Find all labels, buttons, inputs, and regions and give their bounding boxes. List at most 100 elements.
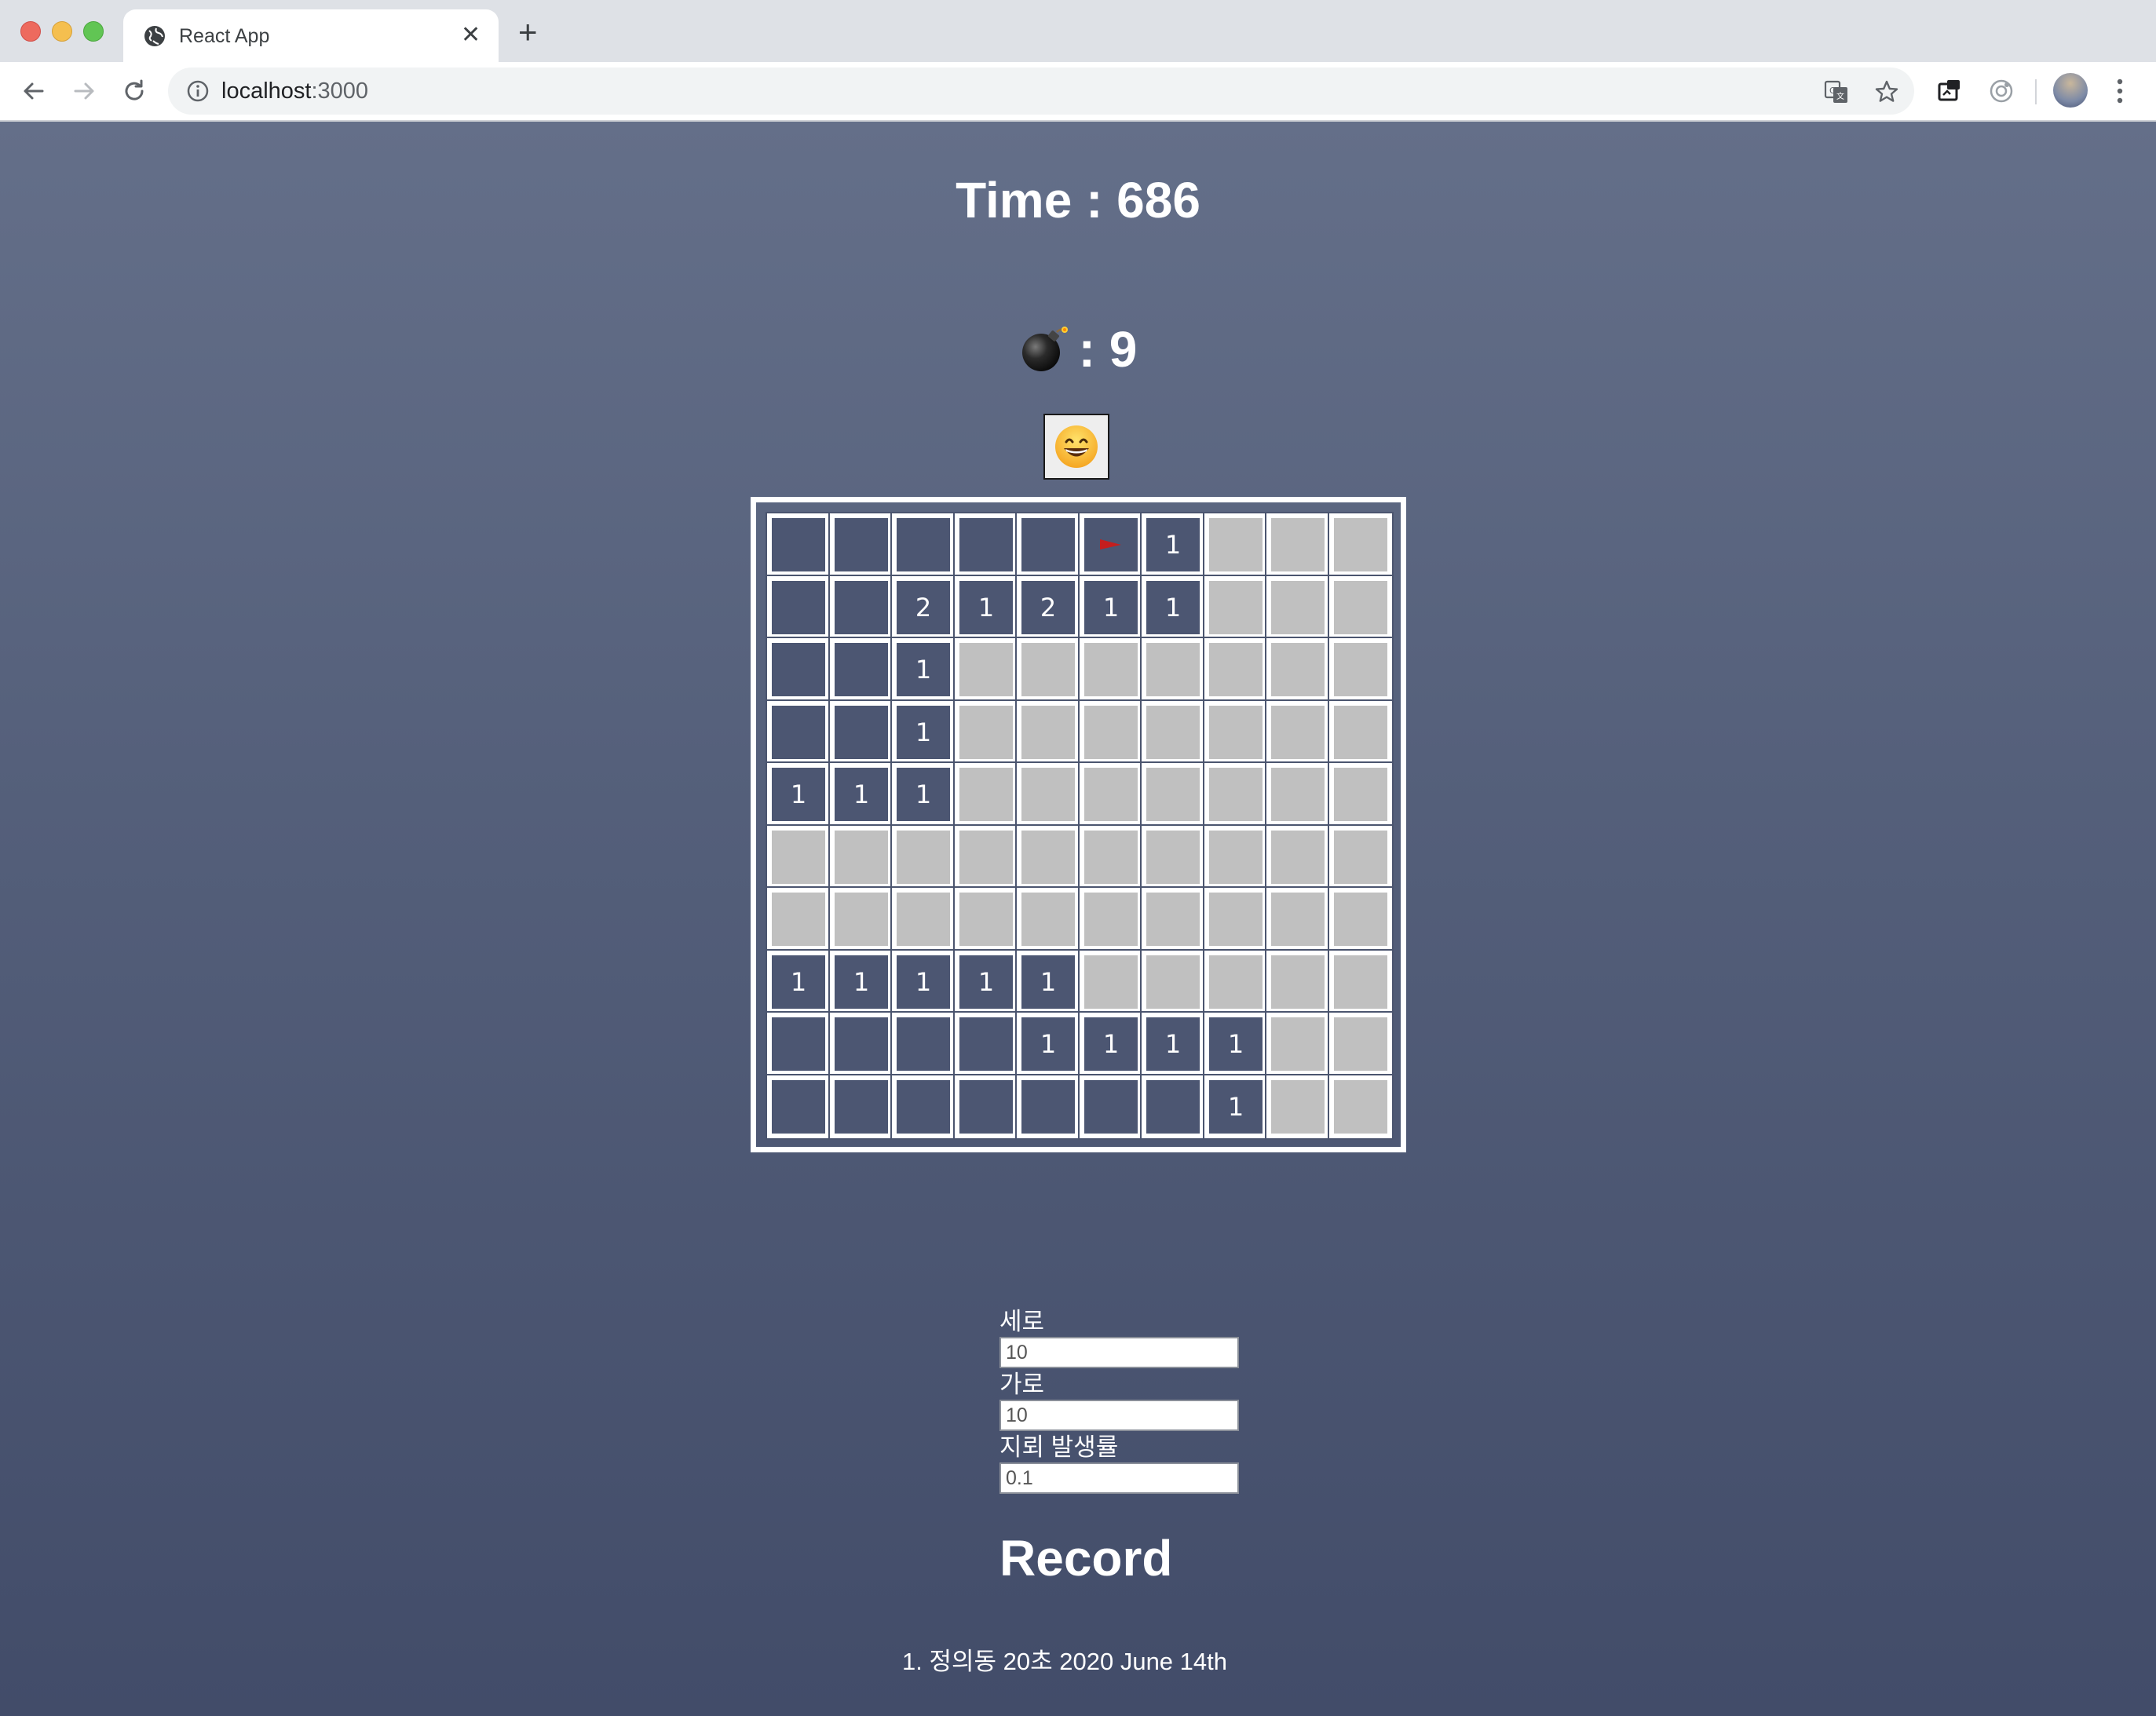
extension-icon[interactable] (1935, 76, 1964, 106)
cell-open[interactable] (766, 1074, 831, 1140)
cell-open[interactable] (953, 1074, 1019, 1140)
mine-rate-input[interactable] (999, 1462, 1239, 1494)
cell-closed[interactable] (953, 637, 1019, 703)
cell-closed[interactable] (1015, 699, 1081, 765)
cell-number[interactable]: 1 (766, 761, 831, 827)
cell-closed[interactable] (1328, 637, 1394, 703)
cell-closed[interactable] (1328, 949, 1394, 1015)
cell-closed[interactable] (1140, 699, 1206, 765)
cell-closed[interactable] (953, 886, 1019, 952)
cell-open[interactable] (828, 512, 894, 578)
cell-closed[interactable] (828, 886, 894, 952)
cell-number[interactable]: 1 (766, 949, 831, 1015)
cell-number[interactable]: 1 (1140, 1011, 1206, 1077)
cell-number[interactable]: 2 (890, 575, 956, 641)
cell-open[interactable] (890, 1074, 956, 1140)
cell-closed[interactable] (1265, 1011, 1331, 1077)
cell-open[interactable] (766, 637, 831, 703)
cell-closed[interactable] (1078, 949, 1144, 1015)
cell-closed[interactable] (1203, 699, 1269, 765)
translate-icon[interactable]: G 文 (1823, 78, 1850, 105)
cell-number[interactable]: 1 (1015, 949, 1081, 1015)
cell-closed[interactable] (1265, 699, 1331, 765)
cell-number[interactable]: 1 (1078, 575, 1144, 641)
cell-closed[interactable] (1328, 886, 1394, 952)
cell-closed[interactable] (1203, 575, 1269, 641)
cell-closed[interactable] (1078, 886, 1144, 952)
maximize-window-button[interactable] (83, 21, 104, 42)
cell-closed[interactable] (1078, 761, 1144, 827)
cell-closed[interactable] (1140, 637, 1206, 703)
cell-number[interactable]: 1 (1203, 1011, 1269, 1077)
cell-closed[interactable] (1078, 637, 1144, 703)
close-tab-icon[interactable]: ✕ (461, 21, 481, 49)
cell-closed[interactable] (953, 824, 1019, 890)
cell-closed[interactable] (828, 824, 894, 890)
cell-closed[interactable] (1203, 949, 1269, 1015)
cell-number[interactable]: 1 (890, 949, 956, 1015)
close-window-button[interactable] (20, 21, 41, 42)
cell-closed[interactable] (766, 886, 831, 952)
cell-closed[interactable] (953, 699, 1019, 765)
cell-closed[interactable] (1203, 761, 1269, 827)
cell-number[interactable]: 2 (1015, 575, 1081, 641)
cell-open[interactable] (828, 637, 894, 703)
new-tab-button[interactable]: + (518, 16, 538, 49)
cell-closed[interactable] (890, 824, 956, 890)
cell-number[interactable]: 1 (1140, 512, 1206, 578)
cell-closed[interactable] (1265, 761, 1331, 827)
cell-flagged[interactable] (1078, 512, 1144, 578)
profile-avatar[interactable] (2053, 73, 2088, 108)
cell-number[interactable]: 1 (953, 575, 1019, 641)
cell-open[interactable] (890, 1011, 956, 1077)
cell-open[interactable] (1140, 1074, 1206, 1140)
reload-icon[interactable] (119, 76, 149, 106)
cell-closed[interactable] (953, 761, 1019, 827)
cell-closed[interactable] (1328, 1011, 1394, 1077)
cell-closed[interactable] (1140, 886, 1206, 952)
cell-closed[interactable] (1328, 761, 1394, 827)
cell-closed[interactable] (1265, 512, 1331, 578)
cell-closed[interactable] (1328, 699, 1394, 765)
cell-open[interactable] (953, 512, 1019, 578)
cell-number[interactable]: 1 (890, 761, 956, 827)
cell-open[interactable] (828, 575, 894, 641)
cell-closed[interactable] (1140, 824, 1206, 890)
cell-number[interactable]: 1 (828, 761, 894, 827)
cell-number[interactable]: 1 (1140, 575, 1206, 641)
cell-closed[interactable] (1015, 637, 1081, 703)
cell-open[interactable] (1015, 1074, 1081, 1140)
browser-tab-active[interactable]: React App ✕ (123, 9, 499, 62)
cell-closed[interactable] (1265, 949, 1331, 1015)
cell-closed[interactable] (766, 824, 831, 890)
cell-closed[interactable] (1140, 761, 1206, 827)
more-menu-icon[interactable] (2112, 75, 2128, 108)
cell-number[interactable]: 1 (890, 637, 956, 703)
cell-closed[interactable] (1328, 575, 1394, 641)
cell-closed[interactable] (1015, 824, 1081, 890)
cell-open[interactable] (766, 699, 831, 765)
cell-number[interactable]: 1 (828, 949, 894, 1015)
cell-closed[interactable] (1078, 824, 1144, 890)
minimize-window-button[interactable] (52, 21, 72, 42)
cell-open[interactable] (766, 1011, 831, 1077)
extension-circle-icon[interactable] (1986, 76, 2016, 106)
back-arrow-icon[interactable] (19, 76, 49, 106)
info-icon[interactable] (185, 78, 210, 104)
reset-face-button[interactable] (1043, 414, 1109, 480)
cell-open[interactable] (890, 512, 956, 578)
cell-number[interactable]: 1 (1203, 1074, 1269, 1140)
cell-closed[interactable] (1015, 886, 1081, 952)
cell-open[interactable] (828, 1011, 894, 1077)
cell-open[interactable] (1015, 512, 1081, 578)
rows-input[interactable] (999, 1337, 1239, 1368)
cell-closed[interactable] (1015, 761, 1081, 827)
cell-closed[interactable] (1265, 1074, 1331, 1140)
cell-number[interactable]: 1 (953, 949, 1019, 1015)
cell-open[interactable] (828, 1074, 894, 1140)
cell-closed[interactable] (1203, 512, 1269, 578)
cell-closed[interactable] (1203, 886, 1269, 952)
cell-number[interactable]: 1 (1015, 1011, 1081, 1077)
forward-arrow-icon[interactable] (69, 76, 99, 106)
cell-open[interactable] (766, 512, 831, 578)
